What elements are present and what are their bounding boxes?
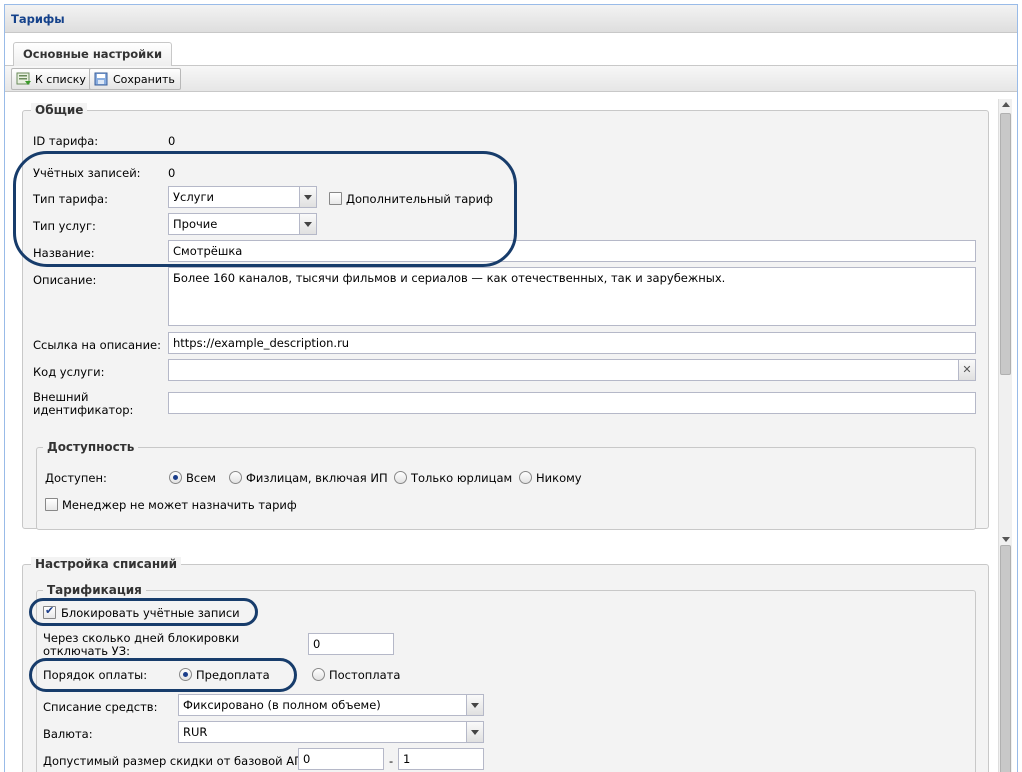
block-days-input[interactable]: 0 [308,633,394,655]
window-title-bar: Тарифы [5,5,1017,33]
chevron-down-icon[interactable] [299,187,316,207]
name-label: Название: [33,246,95,260]
service-code-label: Код услуги: [33,365,105,379]
additional-tariff-checkbox[interactable] [329,192,342,205]
external-id-input[interactable] [168,392,976,414]
tariff-id-value: 0 [168,134,176,148]
tab-main-settings[interactable]: Основные настройки [13,42,173,66]
scroll-up-icon[interactable] [1002,102,1010,107]
service-type-value: Прочие [173,217,218,231]
lower-scrollbar[interactable] [998,545,1012,772]
form-scroll-area: Общие ID тарифа: 0 Учётных записей: 0 Ти… [5,93,1017,772]
tab-strip: Основные настройки [5,34,1017,66]
window-title: Тарифы [11,12,65,26]
write-off-select[interactable]: Фиксировано (в полном объеме) [178,694,484,716]
block-days-label: Через сколько дней блокировки отключать … [43,631,240,658]
available-individuals-radio[interactable] [229,471,242,484]
manager-cannot-assign-label: Менеджер не может назначить тариф [62,498,297,512]
name-input[interactable]: Смотрёшка [168,240,976,262]
tariff-type-label: Тип тарифа: [33,192,108,206]
prepayment-label: Предоплата [196,668,270,682]
upper-scrollbar-thumb[interactable] [1000,113,1011,375]
description-textarea[interactable]: Более 160 каналов, тысячи фильмов и сери… [168,267,976,326]
scroll-down-icon[interactable] [1002,537,1010,542]
save-button[interactable]: Сохранить [89,68,181,90]
upper-scrollbar[interactable] [998,99,1012,545]
chevron-down-icon[interactable] [299,214,316,234]
back-to-list-label: К списку [35,72,86,86]
available-individuals-label: Физлицам, включая ИП [246,471,388,485]
save-icon [94,72,108,86]
service-type-select[interactable]: Прочие [168,213,317,235]
availability-legend: Доступность [43,440,139,454]
write-off-label: Списание средств: [43,700,158,714]
description-link-label: Ссылка на описание: [33,338,161,352]
discount-separator: - [389,754,394,768]
write-off-value: Фиксировано (в полном объеме) [183,698,381,712]
tarification-legend: Тарификация [43,583,146,597]
discount-label: Допустимый размер скидки от базовой АП: [43,754,307,768]
tariffs-window: Тарифы Основные настройки К списку Сохра… [4,4,1018,772]
currency-value: RUR [183,725,208,739]
list-back-icon [16,72,31,85]
available-all-radio[interactable] [169,471,182,484]
prepayment-radio[interactable] [179,668,192,681]
charges-legend: Настройка списаний [31,557,182,571]
additional-tariff-label: Дополнительный тариф [346,192,493,206]
manager-cannot-assign-checkbox[interactable] [45,498,58,511]
general-legend: Общие [31,103,88,117]
back-to-list-button[interactable]: К списку [11,68,92,90]
tariff-id-label: ID тарифа: [33,134,99,148]
discount-to-input[interactable]: 1 [398,748,484,770]
discount-from-input[interactable]: 0 [298,748,384,770]
toolbar: К списку Сохранить [5,66,1017,92]
payment-order-label: Порядок оплаты: [43,668,148,682]
tariff-type-value: Услуги [173,190,215,204]
chevron-down-icon[interactable] [466,722,483,742]
lower-scrollbar-thumb[interactable] [1000,545,1011,772]
block-accounts-label: Блокировать учётные записи [61,606,240,620]
clear-icon[interactable]: ✕ [958,360,975,380]
currency-select[interactable]: RUR [178,721,484,743]
description-label: Описание: [33,273,97,287]
available-nobody-label: Никому [536,471,582,485]
block-accounts-checkbox[interactable] [43,604,56,619]
accounts-count-label: Учётных записей: [33,166,141,180]
service-code-input[interactable]: ✕ [168,359,976,381]
available-label: Доступен: [45,471,107,485]
currency-label: Валюта: [43,727,93,741]
availability-fieldset [36,447,976,530]
available-legal-radio[interactable] [394,471,407,484]
available-legal-label: Только юрлицам [411,471,513,485]
tariff-type-select[interactable]: Услуги [168,186,317,208]
external-id-label: Внешний идентификатор: [33,390,134,417]
save-label: Сохранить [113,72,175,86]
postpayment-radio[interactable] [312,668,325,681]
available-all-label: Всем [186,471,216,485]
postpayment-label: Постоплата [329,668,401,682]
description-link-input[interactable]: https://example_description.ru [168,332,976,354]
available-nobody-radio[interactable] [519,471,532,484]
chevron-down-icon[interactable] [466,695,483,715]
accounts-count-value: 0 [168,166,176,180]
service-type-label: Тип услуг: [33,219,96,233]
